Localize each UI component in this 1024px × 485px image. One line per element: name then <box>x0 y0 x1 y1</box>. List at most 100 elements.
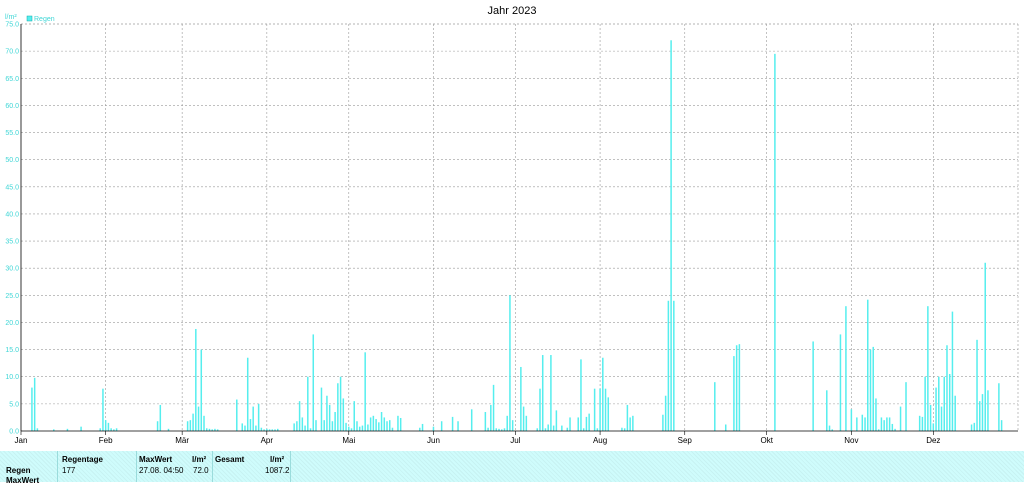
rain-bar <box>951 311 954 431</box>
y-tick-label: 35.0 <box>5 239 19 246</box>
rain-bar <box>200 349 203 431</box>
y-tick-label: 30.0 <box>5 266 19 273</box>
rain-bar <box>867 299 869 431</box>
rain-bar <box>569 417 571 431</box>
rain-bar <box>724 424 727 431</box>
rain-bar <box>984 262 986 431</box>
rain-bar <box>632 415 634 431</box>
rain-bar <box>107 422 110 431</box>
rain-bar <box>585 416 588 431</box>
x-tick-label: Okt <box>760 436 773 445</box>
rain-bar <box>205 428 208 431</box>
rain-bar <box>353 401 355 431</box>
rain-bar <box>342 398 345 431</box>
statistics-panel: Regen MaxWert Regentage 177 MaxWert l/m²… <box>0 451 1024 485</box>
rain-bar <box>888 417 891 431</box>
rain-bar <box>356 421 358 431</box>
rain-bar <box>241 423 243 431</box>
rain-bar <box>946 345 948 431</box>
rain-bar <box>361 425 364 431</box>
rain-bar <box>249 419 252 431</box>
rain-bar <box>159 404 162 431</box>
stats-row-label-maxwert: MaxWert <box>6 476 40 485</box>
rain-bar <box>369 417 372 431</box>
rain-bar <box>509 295 511 431</box>
rain-bar <box>104 420 107 431</box>
x-tick-label: Jul <box>510 436 520 445</box>
rain-bar <box>577 417 579 431</box>
rain-bar <box>490 404 492 431</box>
rain-bar <box>976 339 978 431</box>
rain-bar <box>544 428 547 431</box>
rain-bar <box>541 355 544 431</box>
chart-legend: Regen <box>26 15 55 23</box>
stats-header-regentage: Regentage <box>62 455 103 464</box>
rain-bar <box>301 417 304 431</box>
rain-bar <box>539 388 541 431</box>
rain-bar <box>929 404 932 431</box>
rain-bar <box>192 413 194 431</box>
rain-bar <box>607 397 610 431</box>
y-tick-label: 65.0 <box>5 76 19 83</box>
x-tick-label: Jun <box>427 436 440 445</box>
rain-bar <box>432 426 435 431</box>
rain-bar <box>339 376 342 431</box>
rain-bar <box>525 415 528 431</box>
rain-bar <box>869 349 872 431</box>
rain-bar <box>304 425 306 431</box>
rain-bar <box>883 420 885 431</box>
rain-bar <box>872 346 874 431</box>
rain-bar <box>255 425 257 431</box>
x-tick-label: Aug <box>593 436 607 445</box>
x-tick-label: Feb <box>99 436 113 445</box>
rain-bar <box>621 427 623 431</box>
rain-bar <box>511 420 514 431</box>
x-tick-label: Apr <box>261 436 274 445</box>
y-axis-unit: l/m² <box>5 14 17 21</box>
rain-bar <box>33 377 36 431</box>
rain-bar <box>593 388 596 431</box>
rain-bar <box>386 421 388 431</box>
x-tick-label: Dez <box>926 436 940 445</box>
rain-bar <box>470 409 473 431</box>
rain-bar <box>588 413 590 431</box>
rain-bar <box>345 422 347 431</box>
rain-bar <box>397 415 399 431</box>
rain-bar <box>419 427 421 431</box>
rain-bar <box>195 328 197 431</box>
x-tick-label: Mär <box>175 436 189 445</box>
rain-bar <box>582 428 585 431</box>
y-tick-label: 70.0 <box>5 49 19 56</box>
rain-bar <box>102 388 104 431</box>
rain-bar <box>440 421 443 431</box>
rain-bar <box>186 421 189 431</box>
chart-title: Jahr 2023 <box>488 5 537 17</box>
rain-bar <box>484 412 487 431</box>
rain-bar <box>664 395 667 431</box>
rain-bar <box>375 419 377 431</box>
rain-bar <box>348 426 350 431</box>
rain-bar <box>812 341 814 431</box>
rain-bar <box>309 428 312 431</box>
rain-bar <box>487 427 489 431</box>
rain-bar <box>899 406 902 431</box>
rain-bar <box>298 401 301 431</box>
rain-bar <box>36 428 39 431</box>
rain-bar <box>246 357 249 431</box>
rain-bar <box>421 423 424 431</box>
rain-bar <box>880 417 883 431</box>
rain-bar <box>602 357 604 431</box>
rain-bar <box>667 300 670 431</box>
rain-bar <box>451 416 454 431</box>
rain-bar <box>938 376 940 431</box>
rain-bar <box>875 398 877 431</box>
rain-bar <box>80 426 82 431</box>
stats-value-regentage: 177 <box>62 466 76 475</box>
legend-label: Regen <box>34 16 55 23</box>
rain-bar <box>828 425 831 431</box>
stats-unit-maxwert: l/m² <box>192 455 207 464</box>
bars <box>31 40 1003 431</box>
rain-bar <box>886 417 888 431</box>
y-tick-label: 20.0 <box>5 320 19 327</box>
rain-bar <box>839 334 842 431</box>
